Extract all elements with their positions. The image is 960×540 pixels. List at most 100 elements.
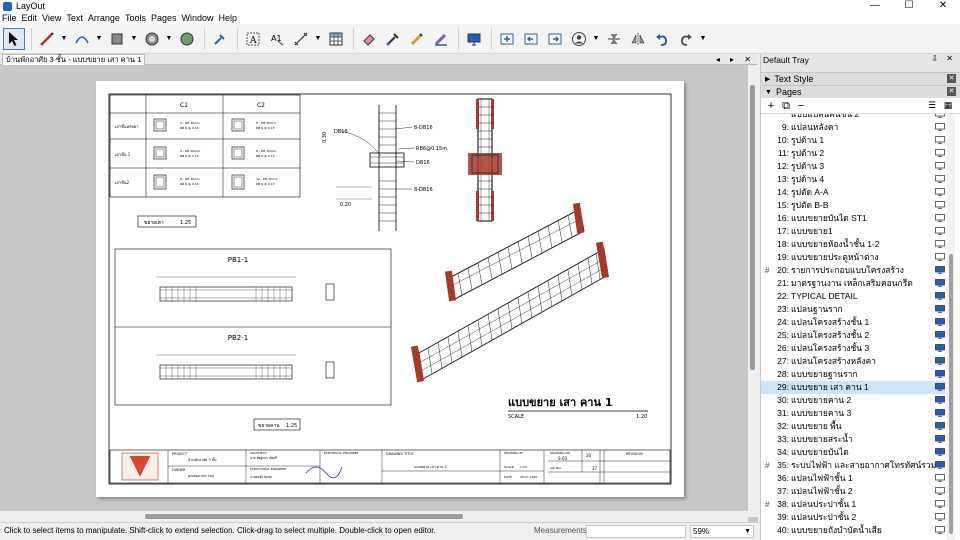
presentation-monitor-icon[interactable] <box>935 214 945 222</box>
page-list-item[interactable]: 27: แปลนโครงสร้างหลังคา <box>761 355 945 368</box>
presentation-monitor-icon[interactable] <box>935 383 945 391</box>
panel-close-icon[interactable]: ✕ <box>947 74 956 83</box>
join-tool-icon[interactable] <box>430 28 452 50</box>
menu-help[interactable]: Help <box>219 13 238 23</box>
presentation-monitor-icon[interactable] <box>935 253 945 261</box>
grid-view-icon[interactable]: ▦ <box>942 100 954 112</box>
dimension-tool-icon[interactable] <box>290 28 312 50</box>
shape-tool-icon[interactable] <box>106 28 128 50</box>
page-list-item[interactable]: 25: แปลนโครงสร้างชั้น 2 <box>761 329 945 342</box>
page-list-item[interactable]: 19: แบบขยายประตูหน้าต่าง <box>761 251 945 264</box>
presentation-monitor-icon[interactable] <box>935 318 945 326</box>
measurements-input[interactable] <box>586 525 686 538</box>
page-list-item[interactable]: 17: แบบขยาย1 <box>761 225 945 238</box>
presentation-monitor-icon[interactable] <box>935 240 945 248</box>
page-list-item[interactable]: 33: แบบขยายสระน้ำ <box>761 433 945 446</box>
add-page-button[interactable]: + <box>765 100 777 112</box>
presentation-monitor-icon[interactable] <box>935 344 945 352</box>
presentation-monitor-icon[interactable] <box>935 305 945 313</box>
arc-tool-icon[interactable] <box>71 28 93 50</box>
page-list-item[interactable]: #38: แปลนประปาชั้น 1 <box>761 498 945 511</box>
presentation-monitor-icon[interactable] <box>935 123 945 131</box>
presentation-monitor-icon[interactable] <box>935 188 945 196</box>
page-list-item[interactable]: 21: มาตรฐานงาน เหล็กเสริมคอนกรีต <box>761 277 945 290</box>
menu-edit[interactable]: Edit <box>22 13 38 23</box>
align-icon[interactable] <box>603 28 625 50</box>
presentation-monitor-icon[interactable] <box>935 266 945 274</box>
presentation-monitor-icon[interactable] <box>935 500 945 508</box>
style-tool-icon[interactable] <box>176 28 198 50</box>
panel-pages[interactable]: ▼ Pages ✕ <box>761 85 960 98</box>
presentation-monitor-icon[interactable] <box>935 136 945 144</box>
account-dropdown-icon[interactable]: ▼ <box>592 28 600 50</box>
menu-view[interactable]: View <box>42 13 61 23</box>
presentation-monitor-icon[interactable] <box>935 435 945 443</box>
menu-window[interactable]: Window <box>181 13 213 23</box>
page-list-item[interactable]: 10: รูปด้าน 1 <box>761 134 945 147</box>
page-list-item[interactable]: #35: ระบบไฟฟ้า และสายอากาศโทรทัศน์รวม <box>761 459 945 472</box>
page-list-item[interactable]: 26: แปลนโครงสร้างชั้น 3 <box>761 342 945 355</box>
document-tab[interactable]: บ้านพักอาศัย 3 ชั้น - แบบขยาย เสา คาน 1 <box>2 54 146 65</box>
page-list-item[interactable]: 40: แบบขยายถังบำบัดน้ำเสีย <box>761 524 945 537</box>
page-list-item[interactable]: 23: แปลนฐานราก <box>761 303 945 316</box>
next-page-icon[interactable] <box>544 28 566 50</box>
page-list-item[interactable]: 34: แบบขยายบันได <box>761 446 945 459</box>
page-list-item[interactable]: 28: แบบขยายฐานราก <box>761 368 945 381</box>
account-icon[interactable] <box>568 28 590 50</box>
panel-close-icon[interactable]: ✕ <box>947 87 956 96</box>
page-list-item[interactable]: 32: แบบขยาย พื้น <box>761 420 945 433</box>
line-tool-icon[interactable] <box>36 28 58 50</box>
presentation-monitor-icon[interactable] <box>935 175 945 183</box>
page-list-item[interactable]: 22: TYPICAL DETAIL <box>761 290 945 303</box>
presentation-monitor-icon[interactable] <box>935 409 945 417</box>
table-tool-icon[interactable] <box>325 28 347 50</box>
presentation-monitor-icon[interactable] <box>935 474 945 482</box>
presentation-icon[interactable] <box>463 28 485 50</box>
undo-icon[interactable] <box>651 28 673 50</box>
tray-controls[interactable]: ⇩ ✕ <box>931 54 956 63</box>
offset-tool-dropdown-icon[interactable]: ▼ <box>165 28 173 50</box>
shape-tool-dropdown-icon[interactable]: ▼ <box>130 28 138 50</box>
horizontal-scroll-thumb[interactable] <box>145 514 463 519</box>
presentation-monitor-icon[interactable] <box>935 461 945 469</box>
page-list-item[interactable]: 30: แบบขยายคาน 2 <box>761 394 945 407</box>
dimension-tool-dropdown-icon[interactable]: ▼ <box>314 28 322 50</box>
presentation-monitor-icon[interactable] <box>935 279 945 287</box>
page-list-item[interactable]: 29: แบบขยาย เสา คาน 1 <box>761 381 945 394</box>
menu-text[interactable]: Text <box>66 13 83 23</box>
menu-file[interactable]: File <box>2 13 17 23</box>
maximize-button[interactable]: ☐ <box>892 0 926 12</box>
add-page-icon[interactable] <box>496 28 518 50</box>
page-list-item[interactable]: 36: แปลนไฟฟ้าชั้น 1 <box>761 472 945 485</box>
line-tool-dropdown-icon[interactable]: ▼ <box>60 28 68 50</box>
pages-scrollbar[interactable] <box>947 114 955 540</box>
arc-tool-dropdown-icon[interactable]: ▼ <box>95 28 103 50</box>
presentation-monitor-icon[interactable] <box>935 422 945 430</box>
presentation-monitor-icon[interactable] <box>935 487 945 495</box>
panel-text-style[interactable]: ▶ Text Style ✕ <box>761 72 960 85</box>
eraser-tool-icon[interactable] <box>358 28 380 50</box>
label-tool-icon[interactable]: A1 <box>266 28 288 50</box>
page-list-item[interactable]: 12: รูปด้าน 3 <box>761 160 945 173</box>
presentation-monitor-icon[interactable] <box>935 162 945 170</box>
page-list-item[interactable]: 15: รูปตัด B-B <box>761 199 945 212</box>
page-list-item[interactable]: 39: แปลนประปาชั้น 2 <box>761 511 945 524</box>
pages-scroll-thumb[interactable] <box>949 254 953 534</box>
close-button[interactable]: ✕ <box>926 0 960 12</box>
page-list-item[interactable]: แบบแปลนพื้นชั้น 2 <box>761 114 945 121</box>
menu-tools[interactable]: Tools <box>125 13 146 23</box>
split-tool-icon[interactable] <box>406 28 428 50</box>
style-picker-tool-icon[interactable] <box>382 28 404 50</box>
presentation-monitor-icon[interactable] <box>935 227 945 235</box>
presentation-monitor-icon[interactable] <box>935 114 945 118</box>
presentation-monitor-icon[interactable] <box>935 292 945 300</box>
presentation-monitor-icon[interactable] <box>935 357 945 365</box>
toolbar-overflow-icon[interactable]: ▼ <box>699 28 707 50</box>
presentation-monitor-icon[interactable] <box>935 526 945 534</box>
page-list-item[interactable]: 31: แบบขยายคาน 3 <box>761 407 945 420</box>
text-tool-icon[interactable]: A <box>242 28 264 50</box>
page-list-item[interactable]: 18: แบบขยายห้องน้ำชั้น 1-2 <box>761 238 945 251</box>
presentation-monitor-icon[interactable] <box>935 201 945 209</box>
tab-controls[interactable]: ◂ ▸ ✕ <box>716 54 755 65</box>
menu-pages[interactable]: Pages <box>151 13 177 23</box>
